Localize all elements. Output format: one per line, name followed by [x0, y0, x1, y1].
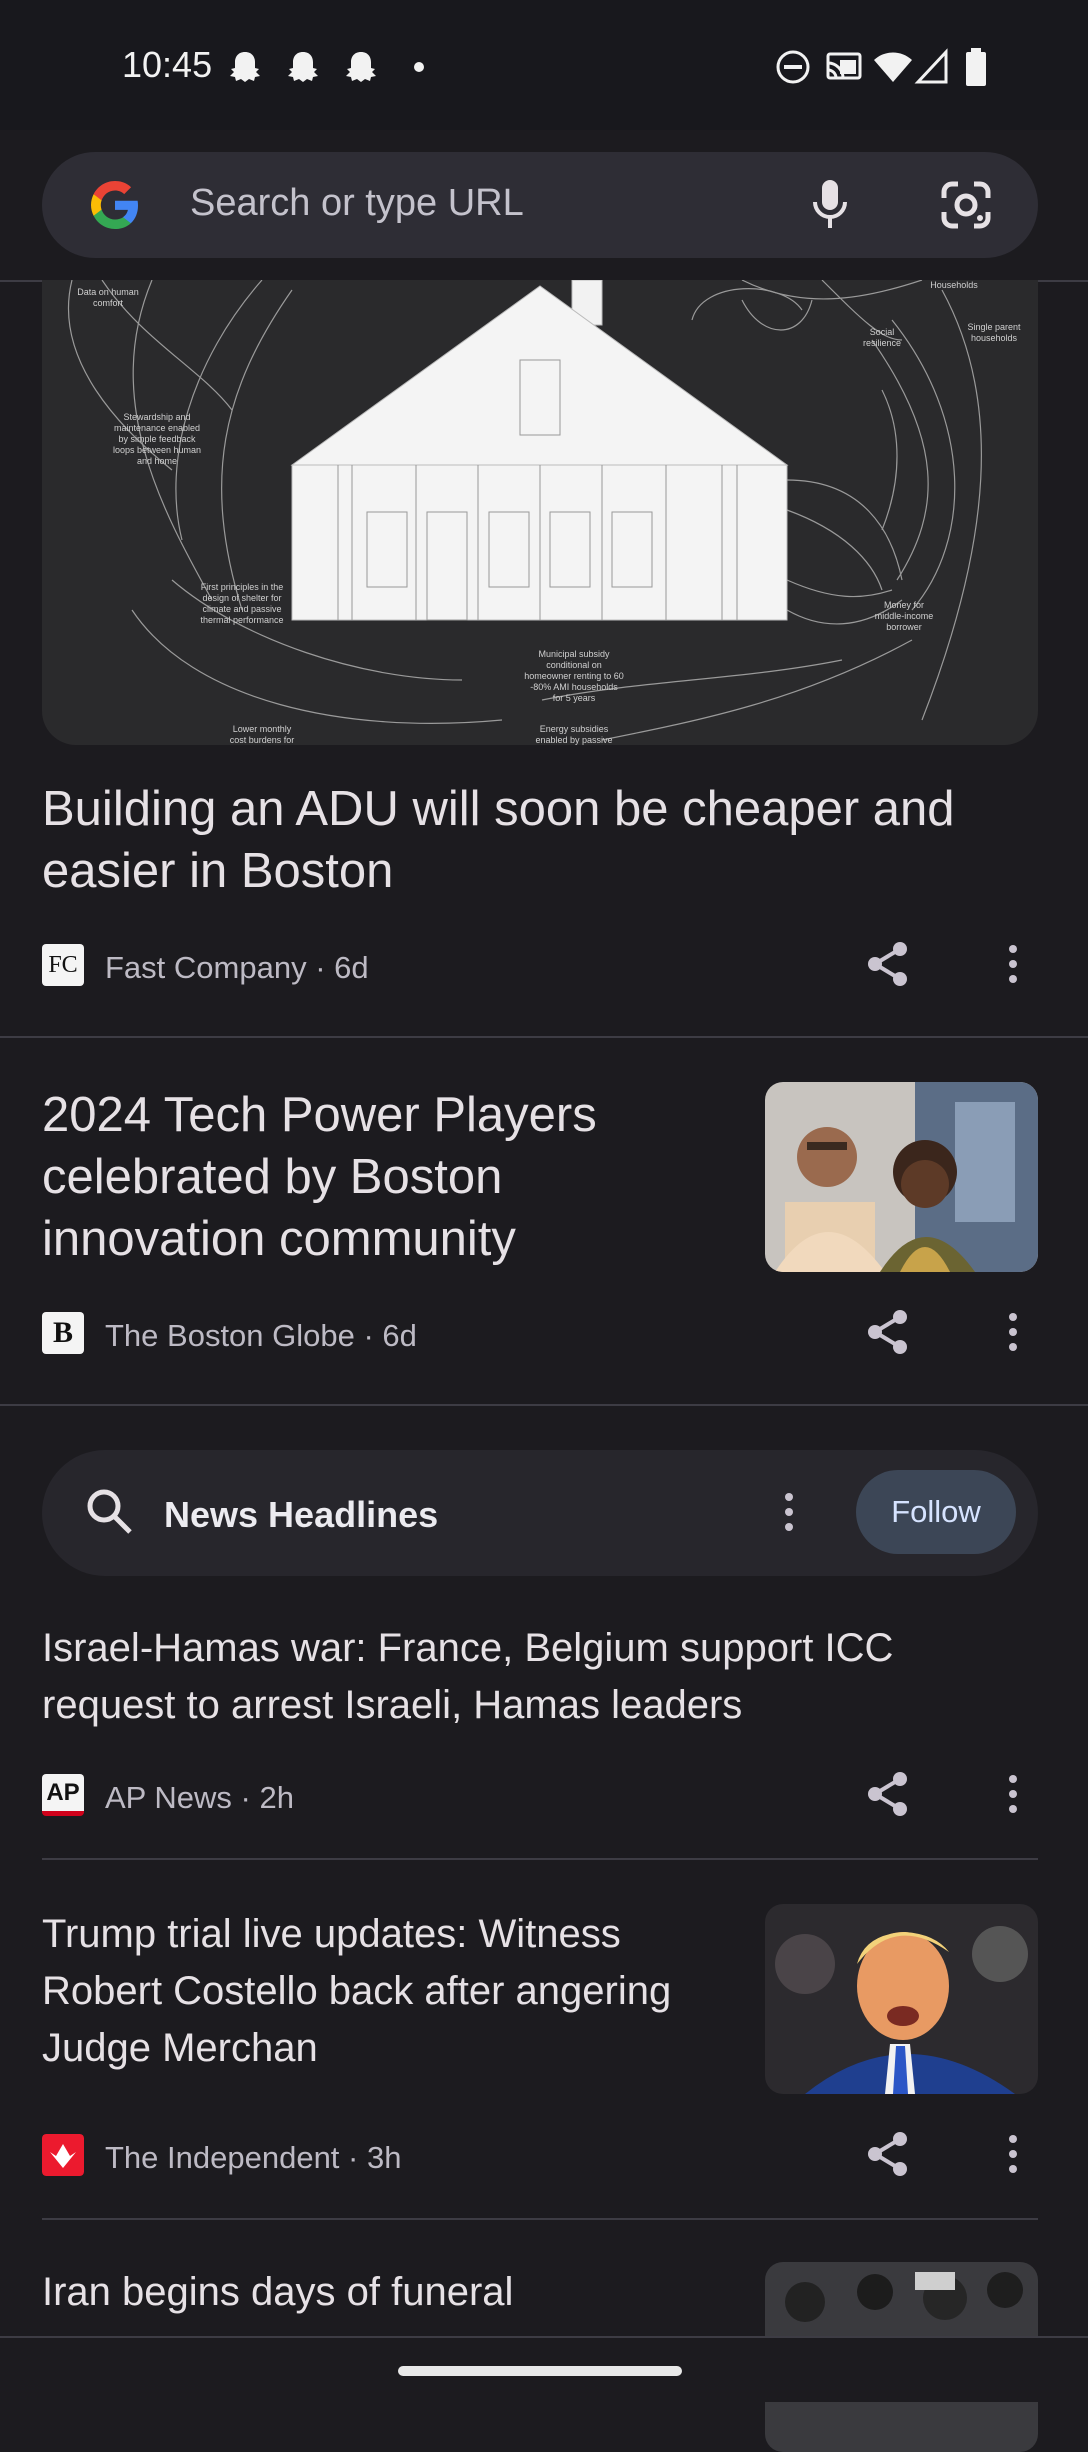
- headline-title[interactable]: Iran begins days of funeral: [42, 2264, 513, 2321]
- omnibox[interactable]: Search or type URL: [42, 152, 1038, 258]
- people-photo: [765, 1082, 1038, 1272]
- diagram-label: enabled by passive: [535, 735, 612, 745]
- share-icon[interactable]: [866, 940, 910, 988]
- source-label: Fast Company · 6d: [105, 950, 369, 985]
- diagram-label: Social: [870, 327, 895, 337]
- topic-card-news-headlines[interactable]: News Headlines Follow: [42, 1450, 1038, 1576]
- ap-news-logo: AP: [42, 1774, 84, 1816]
- card-divider: [0, 1036, 1088, 1038]
- more-options-icon[interactable]: [1004, 1312, 1022, 1352]
- diagram-label: Households: [930, 280, 978, 290]
- snapchat-notification-icon: [230, 52, 260, 82]
- diagram-label: loops between human: [113, 445, 201, 455]
- google-logo-icon: [91, 181, 138, 229]
- more-options-icon[interactable]: [1004, 1774, 1022, 1814]
- diagram-label: for 5 years: [553, 693, 596, 703]
- diagram-label: resilience: [863, 338, 901, 348]
- diagram-label: households: [971, 333, 1018, 343]
- more-options-icon[interactable]: [780, 1492, 798, 1532]
- diagram-label: comfort: [93, 298, 124, 308]
- snapchat-notification-icon: [346, 52, 376, 82]
- status-time: 10:45: [122, 44, 213, 85]
- source-label: The Boston Globe · 6d: [105, 1318, 417, 1353]
- card-divider: [0, 1404, 1088, 1406]
- headline-divider: [42, 2218, 1038, 2220]
- adu-house-illustration: Data on human comfort Stewardship and ma…: [67, 280, 1021, 745]
- headline-divider: [42, 1858, 1038, 1860]
- headline-title[interactable]: Israel-Hamas war: France, Belgium suppor…: [42, 1620, 893, 1734]
- adu-diagram-image[interactable]: Data on human comfort Stewardship and ma…: [42, 280, 1038, 745]
- more-options-icon[interactable]: [1004, 2134, 1022, 2174]
- boston-globe-logo: B: [42, 1312, 84, 1354]
- diagram-label: First principles in the: [201, 582, 284, 592]
- source-label: AP News · 2h: [105, 1780, 294, 1815]
- diagram-label: Energy subsidies: [540, 724, 609, 734]
- trump-photo: [765, 1904, 1038, 2094]
- home-gesture-handle[interactable]: [398, 2366, 682, 2376]
- article-title[interactable]: 2024 Tech Power Players celebrated by Bo…: [42, 1084, 597, 1270]
- headline-title[interactable]: Trump trial live updates: Witness Robert…: [42, 1906, 671, 2077]
- share-icon[interactable]: [866, 2130, 910, 2178]
- voice-search-icon[interactable]: [812, 176, 848, 234]
- status-bar: 10:45: [0, 0, 1088, 130]
- diagram-label: conditional on: [546, 660, 602, 670]
- wifi-icon: [874, 52, 912, 82]
- cast-icon: [826, 52, 862, 80]
- diagram-label: design of shelter for: [202, 593, 281, 603]
- google-lens-icon[interactable]: [938, 176, 994, 234]
- diagram-label: maintenance enabled: [114, 423, 200, 433]
- topic-title: News Headlines: [164, 1494, 439, 1535]
- diagram-label: thermal performance: [200, 615, 283, 625]
- headline-thumbnail[interactable]: [765, 1904, 1038, 2094]
- article-title[interactable]: Building an ADU will soon be cheaper and…: [42, 778, 955, 902]
- diagram-label: -80% AMI households: [530, 682, 618, 692]
- search-icon: [87, 1489, 132, 1534]
- fast-company-logo: FC: [42, 944, 84, 986]
- diagram-label: and home: [137, 456, 177, 466]
- follow-button[interactable]: Follow: [856, 1470, 1016, 1554]
- diagram-label: homeowner renting to 60: [524, 671, 624, 681]
- diagram-label: cost burdens for: [230, 735, 295, 745]
- diagram-label: Data on human: [77, 287, 139, 297]
- battery-icon: [966, 48, 986, 86]
- diagram-label: climate and passive: [202, 604, 281, 614]
- diagram-label: borrower: [886, 622, 922, 632]
- article-thumbnail[interactable]: [765, 1082, 1038, 1272]
- diagram-label: Lower monthly: [233, 724, 292, 734]
- do-not-disturb-icon: [776, 50, 810, 84]
- diagram-label: by simple feedback: [118, 434, 196, 444]
- diagram-label: Stewardship and: [123, 412, 190, 422]
- signal-icon: [914, 48, 948, 84]
- the-independent-logo: [42, 2134, 84, 2176]
- source-label: The Independent · 3h: [105, 2140, 402, 2175]
- search-placeholder[interactable]: Search or type URL: [190, 182, 524, 225]
- diagram-label: middle-income: [875, 611, 934, 621]
- diagram-label: Municipal subsidy: [538, 649, 610, 659]
- share-icon[interactable]: [866, 1770, 910, 1818]
- diagram-label: Money for: [884, 600, 924, 610]
- share-icon[interactable]: [866, 1308, 910, 1356]
- more-notifications-dot: [414, 62, 424, 72]
- snapchat-notification-icon: [288, 52, 318, 82]
- diagram-label: Single parent: [967, 322, 1021, 332]
- more-options-icon[interactable]: [1004, 944, 1022, 984]
- gesture-bar: [0, 2336, 1088, 2402]
